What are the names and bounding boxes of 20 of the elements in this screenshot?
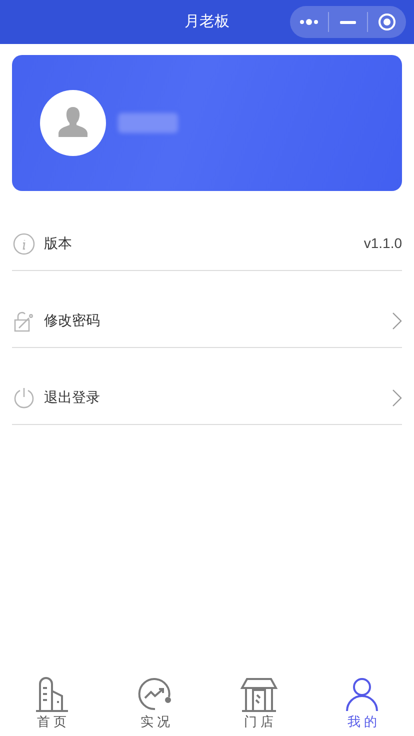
chevron-icon — [392, 388, 402, 406]
page-title: 月老板 — [184, 12, 230, 32]
tab-item[interactable]: 实 况 — [104, 676, 207, 736]
menu-label: 退出登录 — [44, 388, 100, 407]
tab-item[interactable]: 首 页 — [0, 676, 104, 736]
power-icon — [12, 386, 36, 410]
more-icon — [299, 19, 319, 25]
menu-item[interactable]: 修改密码 — [12, 271, 402, 348]
menu-label: 修改密码 — [44, 311, 100, 330]
tab-item[interactable]: 门 店 — [207, 676, 310, 736]
info-icon — [12, 232, 36, 256]
version-text: v1.1.0 — [364, 234, 402, 253]
store-icon — [238, 676, 279, 712]
blurred-name — [118, 113, 178, 133]
menu-item[interactable]: 退出登录 — [12, 348, 402, 425]
menu-label: 版本 — [44, 234, 72, 253]
chevron-icon — [392, 312, 402, 330]
tab-item[interactable]: 我 的 — [310, 676, 414, 736]
minus-icon — [340, 20, 356, 24]
target-icon — [378, 13, 396, 31]
